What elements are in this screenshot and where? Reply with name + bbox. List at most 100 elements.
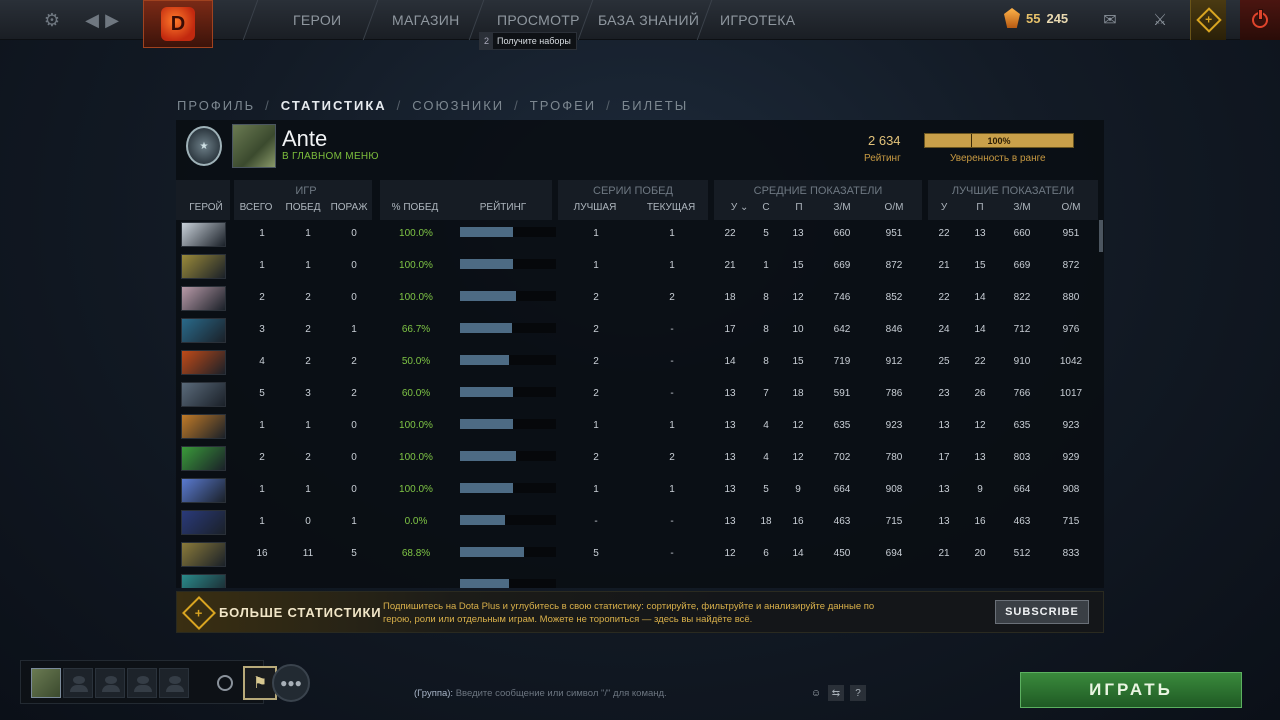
party-slot-empty[interactable] xyxy=(63,668,93,698)
col-wins[interactable]: ПОБЕД xyxy=(283,202,323,213)
hero-portrait[interactable] xyxy=(181,574,226,588)
cell-cur: - xyxy=(670,324,674,335)
hero-portrait[interactable] xyxy=(181,414,226,439)
nav-watch[interactable]: ПРОСМОТР xyxy=(497,12,580,28)
col-losses[interactable]: ПОРАЖ xyxy=(329,202,369,213)
mail-icon[interactable]: ✉ xyxy=(1092,0,1128,40)
promo-text: Подпишитесь на Dota Plus и углубитесь в … xyxy=(383,601,875,625)
chat-input[interactable]: (Группа): Введите сообщение или символ "… xyxy=(414,688,667,699)
table-row[interactable]: 4 2 2 50.0% 2-14 8 15 719 912 25 22 910 1042 xyxy=(176,346,1104,378)
col-current-streak[interactable]: ТЕКУЩАЯ xyxy=(644,202,698,213)
col-rating[interactable]: РЕЙТИНГ xyxy=(471,202,535,213)
rating-bar xyxy=(460,291,516,301)
cell-total: 1 xyxy=(259,516,265,527)
stats-table-body[interactable]: 1 1 0 100.0% 1 1 22 5 13 660 951 22 13 660 951 1 1 0 100.0… xyxy=(176,218,1104,588)
table-row[interactable]: 1 1 0 100.0% 1 1 22 5 13 660 951 22 13 660 951 xyxy=(176,218,1104,250)
emoji-icon[interactable]: ☺ xyxy=(808,685,824,701)
dota-logo-button[interactable]: D xyxy=(143,0,213,48)
cell-gpm: 664 xyxy=(833,484,851,495)
armory-icon[interactable]: ⚔ xyxy=(1142,0,1178,40)
hero-portrait[interactable] xyxy=(181,222,226,247)
cell-bk: 25 xyxy=(938,356,950,367)
col-best-gpm[interactable]: З/М xyxy=(1008,202,1036,213)
cell-k: 13 xyxy=(724,420,736,431)
nav-heroes[interactable]: ГЕРОИ xyxy=(293,12,341,28)
play-button[interactable]: ИГРАТЬ xyxy=(1020,672,1242,708)
col-assists[interactable]: П xyxy=(791,202,807,213)
table-row[interactable]: 1 1 0 100.0% 1 1 21 1 15 669 872 21 15 669 872 xyxy=(176,250,1104,282)
subscribe-button[interactable]: SUBSCRIBE xyxy=(995,600,1089,624)
table-row[interactable]: 1 1 0 100.0% 1 1 13 4 12 635 923 13 12 635 923 xyxy=(176,410,1104,442)
cell-k: 13 xyxy=(724,484,736,495)
gear-icon[interactable]: ⚙ xyxy=(40,8,64,32)
table-row[interactable] xyxy=(176,570,1104,588)
cell-wins: 3 xyxy=(305,388,311,399)
hero-portrait[interactable] xyxy=(181,510,226,535)
hero-portrait[interactable] xyxy=(181,382,226,407)
cell-wins: 1 xyxy=(305,484,311,495)
col-best-streak[interactable]: ЛУЧШАЯ xyxy=(570,202,620,213)
cell-winrate: 50.0% xyxy=(401,356,431,367)
chat-settings-icon[interactable]: ⇆ xyxy=(828,685,844,701)
nav-store[interactable]: МАГАЗИН xyxy=(392,12,460,28)
cell-wins: 2 xyxy=(305,452,311,463)
shards-counter[interactable]: 55 245 xyxy=(1004,8,1068,28)
voice-chat-icon[interactable] xyxy=(217,675,233,691)
rating-bar xyxy=(460,387,513,397)
power-button[interactable] xyxy=(1240,0,1280,40)
party-slot-empty[interactable] xyxy=(127,668,157,698)
lobby-button[interactable]: ●●● xyxy=(272,664,310,702)
avatar[interactable] xyxy=(232,124,276,168)
help-icon[interactable]: ? xyxy=(850,685,866,701)
table-row[interactable]: 2 2 0 100.0% 2 2 13 4 12 702 780 17 13 803 929 xyxy=(176,442,1104,474)
col-total[interactable]: ВСЕГО xyxy=(236,202,276,213)
tab-allies[interactable]: СОЮЗНИКИ xyxy=(412,98,504,113)
col-hero[interactable]: ГЕРОЙ xyxy=(181,202,231,213)
rating-bar xyxy=(460,547,525,557)
hero-portrait[interactable] xyxy=(181,318,226,343)
party-slot-empty[interactable] xyxy=(95,668,125,698)
nav-arcade[interactable]: ИГРОТЕКА xyxy=(720,12,795,28)
rating-value: 2 634 xyxy=(868,133,901,148)
party-slot-self[interactable] xyxy=(31,668,61,698)
col-winrate[interactable]: % ПОБЕД xyxy=(390,202,440,213)
party-slot-empty[interactable] xyxy=(159,668,189,698)
nav-learn[interactable]: БАЗА ЗНАНИЙ xyxy=(598,12,699,28)
cell-bgpm: 512 xyxy=(1013,548,1031,559)
col-best-assists[interactable]: П xyxy=(972,202,988,213)
dota-plus-button[interactable]: + xyxy=(1190,0,1226,40)
hero-portrait[interactable] xyxy=(181,542,226,567)
tab-tickets[interactable]: БИЛЕТЫ xyxy=(622,98,689,113)
col-gpm[interactable]: З/М xyxy=(828,202,856,213)
hero-portrait[interactable] xyxy=(181,254,226,279)
cell-bxpm: 872 xyxy=(1062,260,1080,271)
cell-total: 5 xyxy=(259,388,265,399)
forward-arrow-icon[interactable]: ▶ xyxy=(100,8,124,32)
cell-bk: 21 xyxy=(938,548,950,559)
col-best-kills[interactable]: У xyxy=(936,202,952,213)
tab-trophies[interactable]: ТРОФЕИ xyxy=(530,98,596,113)
table-row[interactable]: 1 1 0 100.0% 1 1 13 5 9 664 908 13 9 664 908 xyxy=(176,474,1104,506)
col-xpm[interactable]: О/М xyxy=(880,202,908,213)
table-row[interactable]: 2 2 0 100.0% 2 2 18 8 12 746 852 22 14 822 880 xyxy=(176,282,1104,314)
table-row[interactable]: 5 3 2 60.0% 2-13 7 18 591 786 23 26 766 1017 xyxy=(176,378,1104,410)
cell-total: 1 xyxy=(259,420,265,431)
person-icon xyxy=(70,676,88,692)
table-row[interactable]: 16 11 5 68.8% 5-12 6 14 450 694 21 20 512 833 xyxy=(176,538,1104,570)
col-best-xpm[interactable]: О/М xyxy=(1057,202,1085,213)
cell-cur: - xyxy=(670,516,674,527)
shard-icon xyxy=(1004,8,1020,28)
col-deaths[interactable]: С xyxy=(758,202,774,213)
tab-stats[interactable]: СТАТИСТИКА xyxy=(281,98,387,113)
cell-total: 1 xyxy=(259,484,265,495)
cell-cur: - xyxy=(670,388,674,399)
hero-portrait[interactable] xyxy=(181,350,226,375)
table-row[interactable]: 1 0 1 0.0% - -13 18 16 463 715 13 16 463 715 xyxy=(176,506,1104,538)
scrollbar[interactable] xyxy=(1099,220,1103,252)
hero-portrait[interactable] xyxy=(181,446,226,471)
chat-placeholder: Введите сообщение или символ "/" для ком… xyxy=(455,688,667,699)
hero-portrait[interactable] xyxy=(181,286,226,311)
tab-profile[interactable]: ПРОФИЛЬ xyxy=(177,98,255,113)
table-row[interactable]: 3 2 1 66.7% 2-17 8 10 642 846 24 14 712 976 xyxy=(176,314,1104,346)
hero-portrait[interactable] xyxy=(181,478,226,503)
